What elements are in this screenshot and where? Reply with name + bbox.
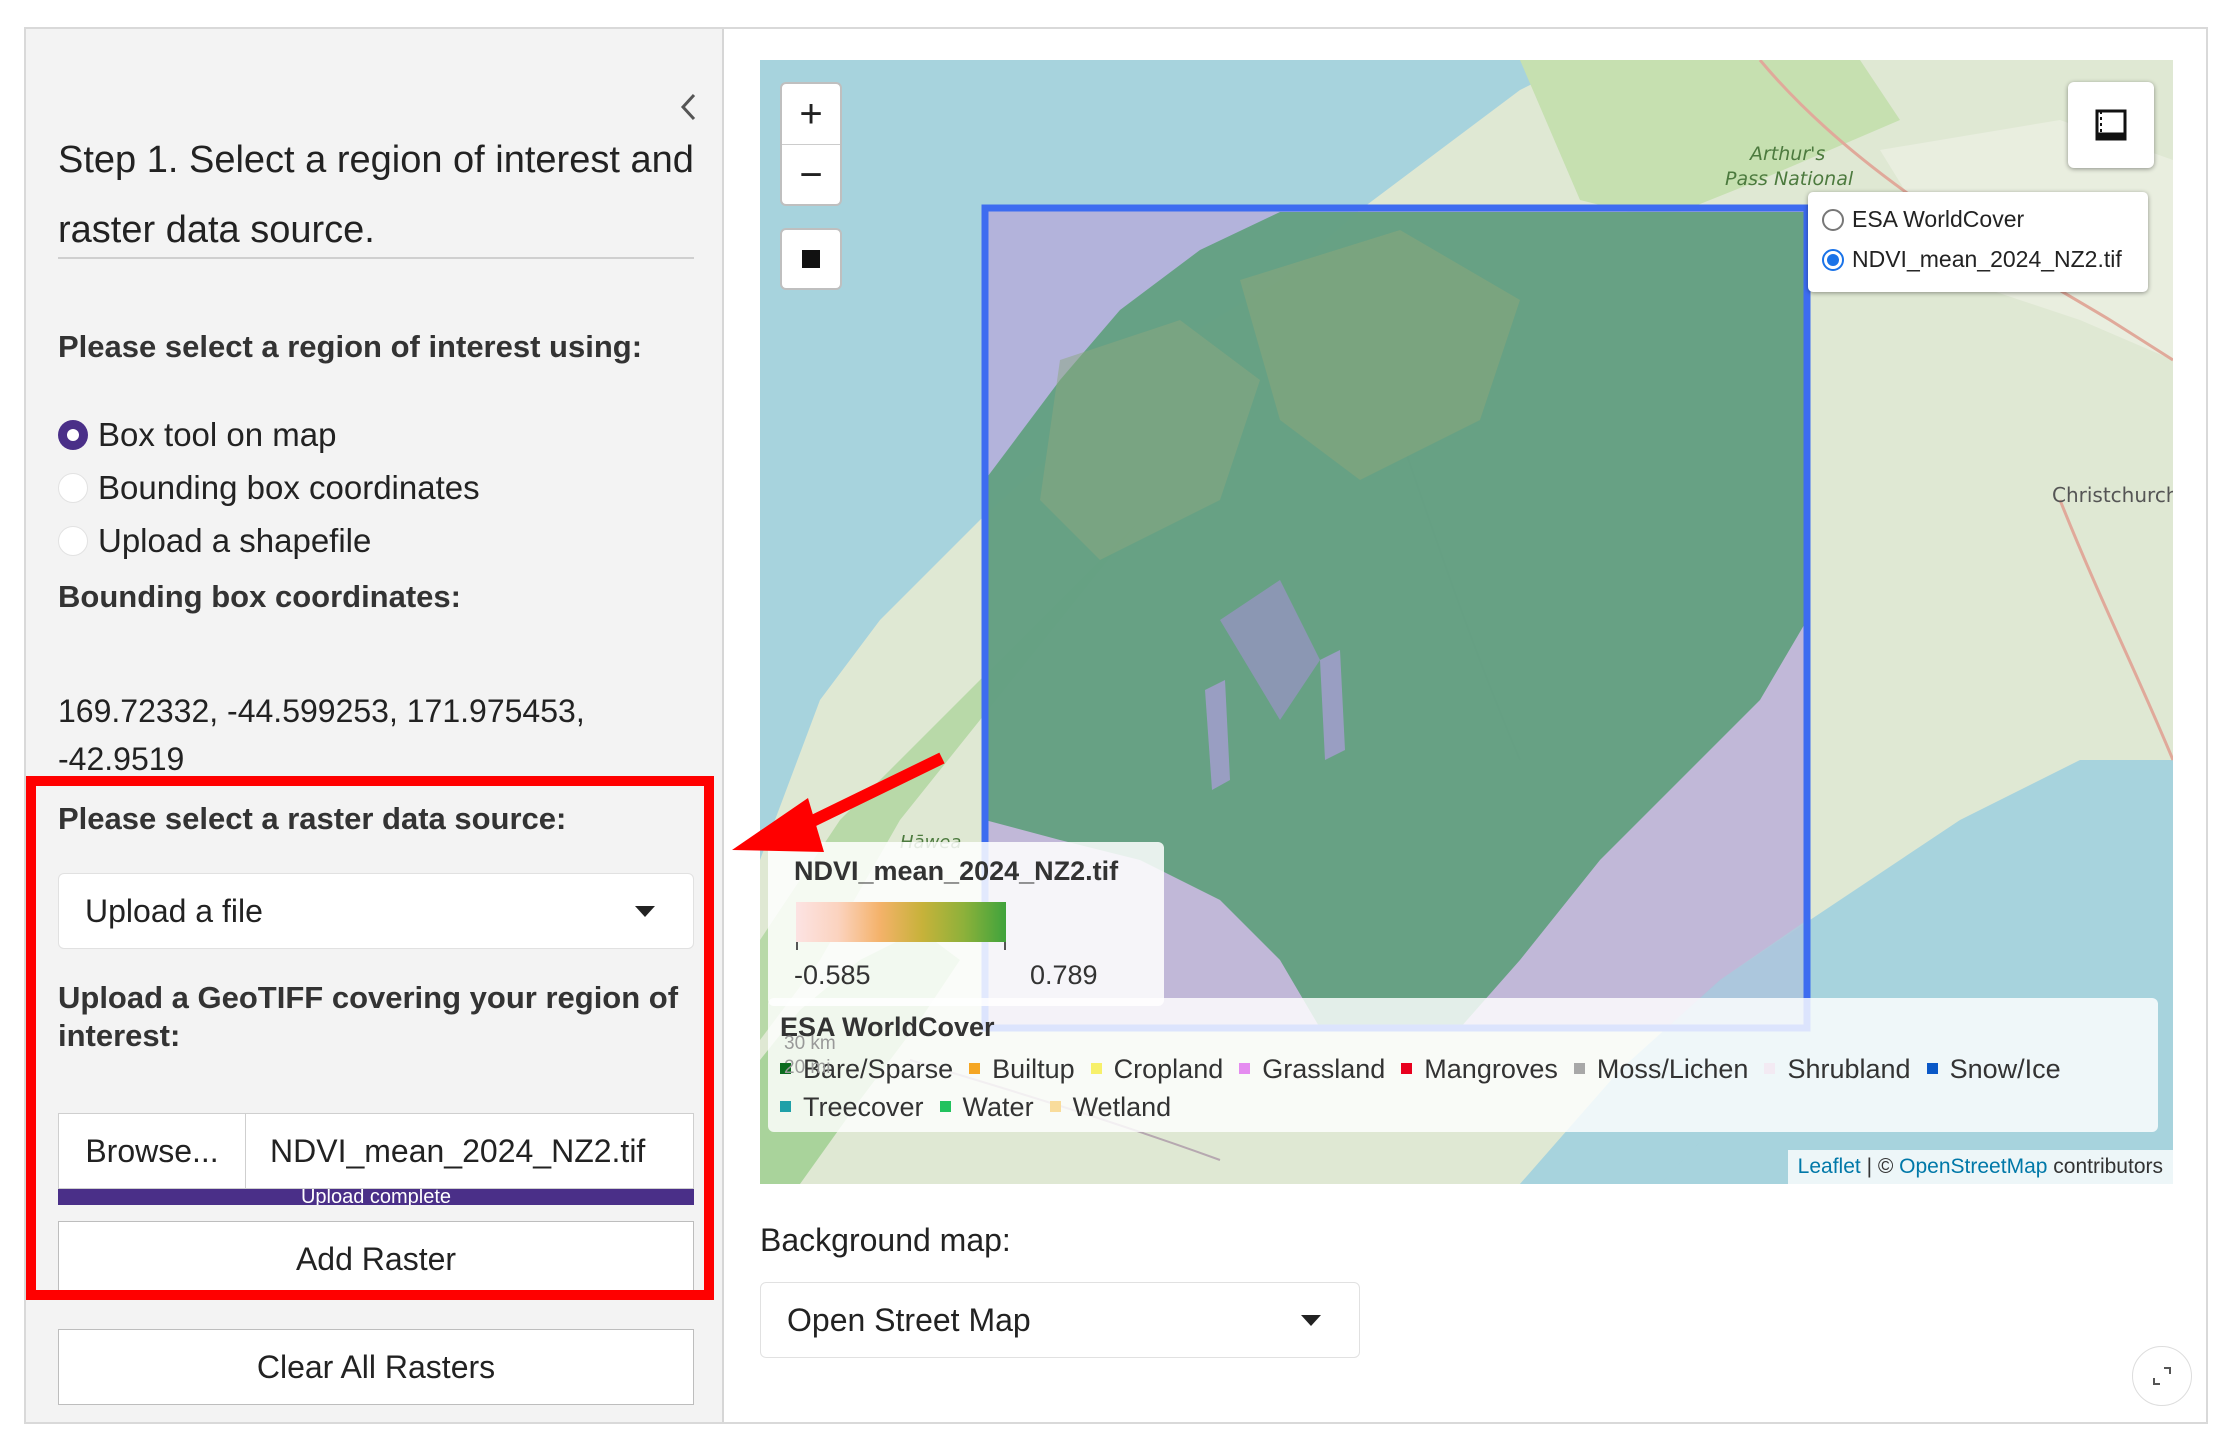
legend-swatch (780, 1101, 791, 1113)
roi-option-label: Bounding box coordinates (98, 469, 480, 506)
legend-swatch (1049, 1101, 1061, 1113)
worldcover-legend-item: Grassland (1239, 1050, 1385, 1088)
highlight-box (26, 776, 714, 1300)
worldcover-legend-item: Mangroves (1401, 1050, 1558, 1088)
radio-unselected-icon[interactable] (58, 526, 88, 556)
worldcover-legend-item: Water (939, 1088, 1034, 1126)
divider (58, 257, 694, 259)
square-icon (802, 250, 820, 268)
ndvi-max-label: 0.789 (1030, 960, 1098, 990)
legend-swatch (1926, 1063, 1938, 1075)
radio-selected-icon[interactable] (1822, 248, 1844, 271)
legend-label: Snow/Ice (1949, 1054, 2061, 1084)
legend-label: Water (962, 1092, 1034, 1122)
legend-swatch (1401, 1063, 1413, 1075)
roi-option-label: Upload a shapefile (98, 522, 372, 559)
draw-rectangle-button[interactable] (780, 228, 842, 290)
worldcover-legend-item: Shrubland (1764, 1050, 1911, 1088)
layers-toggle-button[interactable] (2068, 82, 2154, 168)
ndvi-tick (1004, 942, 1006, 950)
worldcover-legend-item: Wetland (1049, 1088, 1172, 1126)
caret-down-icon (1301, 1315, 1321, 1326)
legend-label: Builtup (992, 1054, 1075, 1084)
annotation-arrow-icon (732, 752, 945, 852)
layers-panel: ESA WorldCover NDVI_mean_2024_NZ2.tif (1808, 192, 2148, 292)
legend-label: Grassland (1262, 1054, 1386, 1084)
legend-swatch (1573, 1063, 1585, 1075)
legend-label: Treecover (803, 1092, 924, 1122)
ndvi-tick (796, 942, 798, 950)
layer-option-esa-worldcover[interactable]: ESA WorldCover (1822, 206, 2024, 233)
legend-swatch (939, 1101, 951, 1113)
worldcover-legend-item: Builtup (969, 1050, 1075, 1088)
radio-unselected-icon[interactable] (1822, 208, 1844, 231)
worldcover-legend-item: Cropland (1090, 1050, 1224, 1088)
place-label: Pass National (1725, 168, 1854, 190)
worldcover-legend-item: Snow/Ice (1926, 1050, 2061, 1088)
radio-unselected-icon[interactable] (58, 473, 88, 503)
place-label: Arthur's (1748, 143, 1825, 165)
layers-icon (2095, 109, 2127, 141)
legend-label: Moss/Lichen (1596, 1054, 1749, 1084)
zoom-control: + − (780, 82, 842, 206)
legend-swatch (969, 1063, 981, 1075)
worldcover-legend-items: Bare/Sparse Builtup Cropland Grassland Mangr… (780, 1050, 2150, 1126)
map[interactable]: Arthur's Pass National Christchurch Hāwe… (760, 60, 2173, 1184)
roi-option-bbox-coordinates[interactable]: Bounding box coordinates (58, 466, 480, 510)
legend-label: Cropland (1113, 1054, 1224, 1084)
page-title: Step 1. Select a region of interest and … (58, 139, 694, 251)
legend-label: Mangroves (1424, 1054, 1558, 1084)
worldcover-legend-item: Treecover (780, 1088, 924, 1126)
background-map-value: Open Street Map (787, 1301, 1031, 1338)
background-map-select[interactable]: Open Street Map (760, 1282, 1360, 1358)
zoom-out-button[interactable]: − (782, 145, 840, 205)
legend-label: Wetland (1072, 1092, 1172, 1122)
layer-option-ndvi[interactable]: NDVI_mean_2024_NZ2.tif (1822, 246, 2122, 273)
background-map-label: Background map: (760, 1222, 1011, 1258)
zoom-in-button[interactable]: + (782, 84, 840, 145)
ndvi-color-ramp (796, 902, 1006, 942)
roi-option-label: Box tool on map (98, 416, 337, 453)
chevron-left-icon[interactable] (674, 87, 704, 127)
legend-swatch (1764, 1063, 1776, 1075)
legend-swatch (1239, 1063, 1251, 1075)
attribution-suffix: contributors (2047, 1155, 2163, 1178)
roi-option-box-tool[interactable]: Box tool on map (58, 413, 336, 457)
bbox-value: 169.72332, -44.599253, 171.975453, -42.9… (58, 693, 585, 777)
fullscreen-button[interactable] (2132, 1346, 2192, 1406)
legend-label: Shrubland (1787, 1054, 1911, 1084)
scale-mi: 20 mi (784, 1057, 831, 1078)
layer-label: NDVI_mean_2024_NZ2.tif (1852, 246, 2122, 272)
map-scale: 30 km 20 mi (784, 1032, 836, 1080)
place-label: Christchurch (2052, 483, 2173, 507)
bbox-label: Bounding box coordinates: (58, 579, 461, 614)
scale-km: 30 km (784, 1033, 836, 1054)
radio-selected-icon[interactable] (58, 420, 88, 450)
worldcover-legend-item: Moss/Lichen (1573, 1050, 1749, 1088)
osm-link[interactable]: OpenStreetMap (1899, 1155, 2047, 1179)
clear-all-rasters-button[interactable]: Clear All Rasters (58, 1329, 694, 1405)
attribution-separator: | © (1860, 1155, 1900, 1178)
leaflet-link[interactable]: Leaflet (1798, 1155, 1861, 1179)
worldcover-legend: ESA WorldCover Bare/Sparse Builtup Croplan… (768, 998, 2158, 1132)
layer-label: ESA WorldCover (1852, 206, 2025, 232)
roi-label: Please select a region of interest using… (58, 329, 643, 364)
expand-icon (2153, 1367, 2171, 1385)
roi-option-shapefile[interactable]: Upload a shapefile (58, 519, 371, 563)
map-attribution: Leaflet | © OpenStreetMap contributors (1787, 1150, 2173, 1184)
ndvi-min-label: -0.585 (794, 960, 871, 990)
legend-swatch (1090, 1063, 1102, 1075)
